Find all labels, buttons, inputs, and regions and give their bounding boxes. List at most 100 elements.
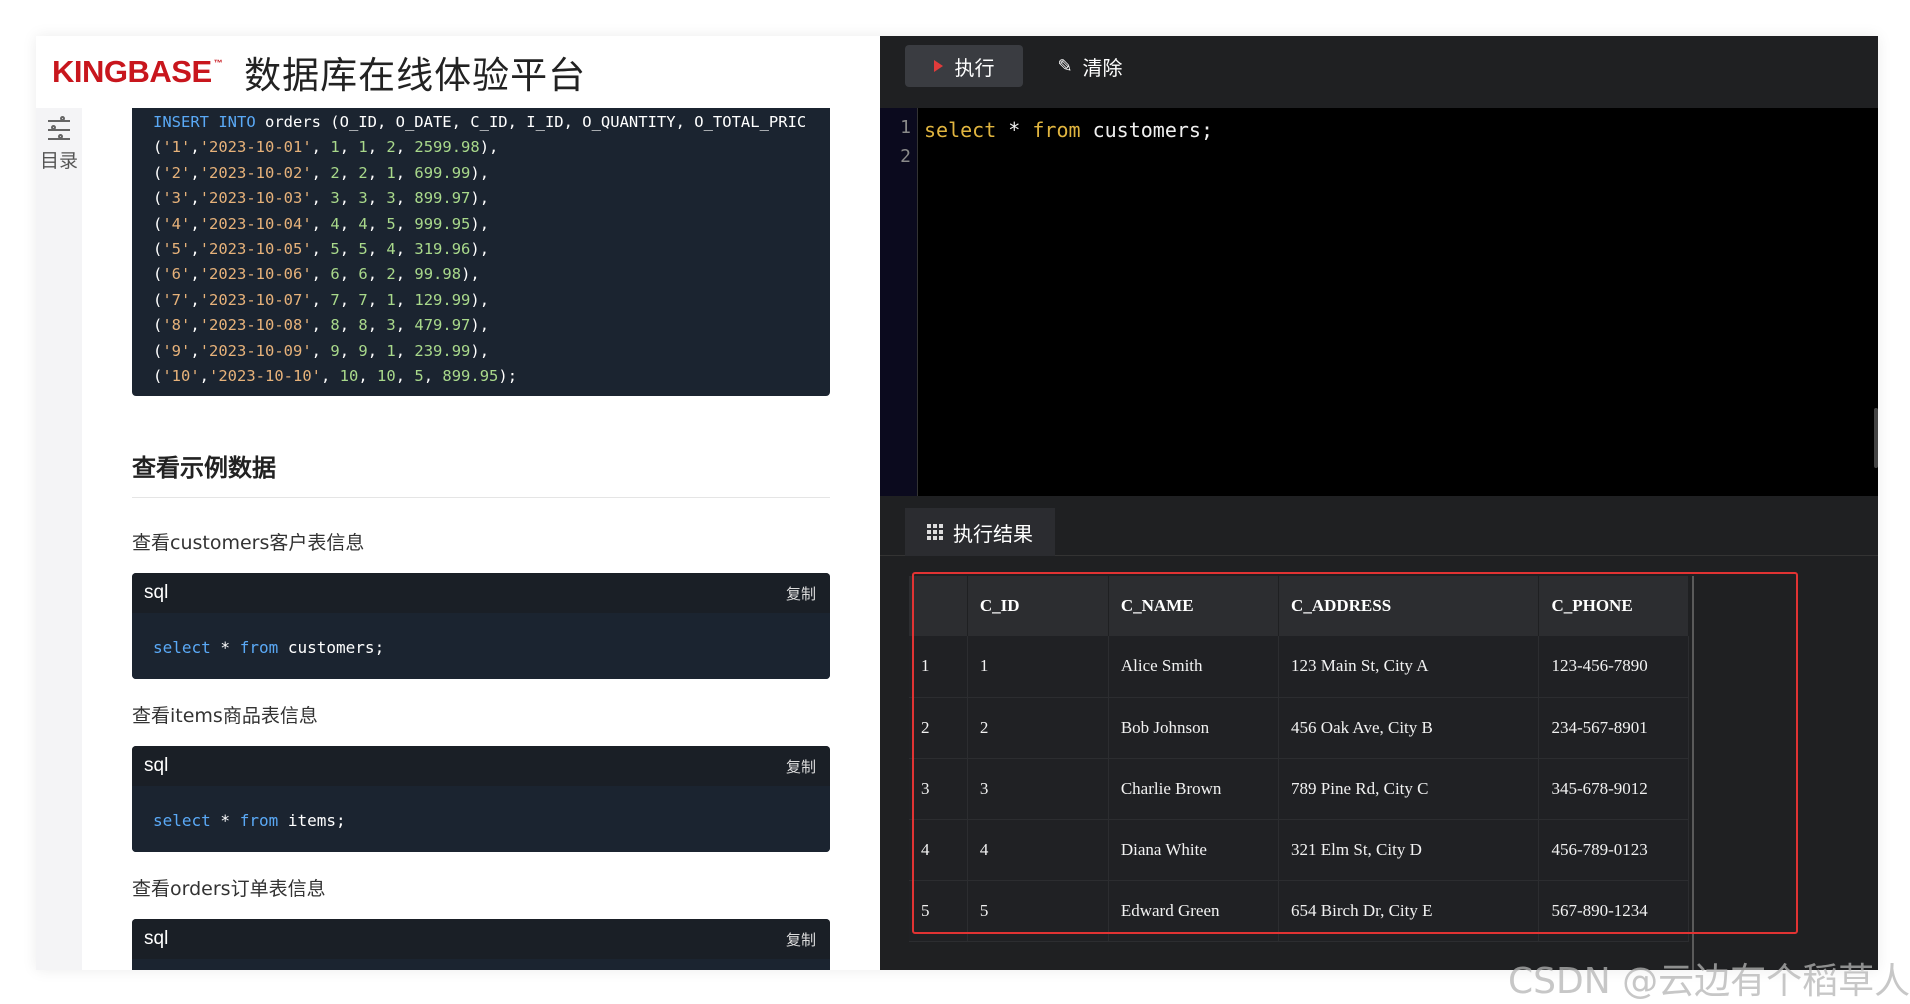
run-button[interactable]: 执行 [905,45,1023,87]
tab-results[interactable]: 执行结果 [905,508,1055,556]
code-token: , [311,214,331,233]
code-token: , [199,367,210,386]
code-keyword: select [153,811,211,830]
code-line: INSERT INTO orders (O_ID, O_DATE, C_ID, … [153,110,830,135]
code-token: 4 [330,214,340,233]
code-token: '2023-10-01' [199,138,312,157]
code-token: ( [153,316,163,335]
code-token: , [367,265,387,284]
code-token: '1' [162,138,191,157]
code-token: 6 [358,265,368,284]
docs-pane: KINGBASE ™ 数据库在线体验平台 目录 INSERT INTO order… [36,36,880,970]
code-token: , [395,367,415,386]
code-token: ), [479,138,499,157]
code-token: 7 [358,290,368,309]
code-text: customers; [1080,118,1213,142]
code-token: '2023-10-03' [199,189,312,208]
table-cell: 4 [909,819,968,880]
code-token: '2023-10-10' [209,367,321,386]
code-token: 99.98 [414,265,462,284]
code-block-header: sql 复制 [132,573,830,613]
code-token: 5 [330,240,340,259]
kingbase-logo[interactable]: KINGBASE ™ [52,54,223,90]
code-line: ('8','2023-10-08', 8, 8, 3, 479.97), [153,313,830,338]
code-token: 10 [377,367,396,386]
code-token: ( [153,341,163,360]
line-number: 1 [900,117,911,138]
code-token: , [358,367,378,386]
code-token: , [339,265,359,284]
code-token: , [311,240,331,259]
table-row[interactable]: 3 3 Charlie Brown 789 Pine Rd, City C 345-67… [909,758,1689,819]
code-token: , [367,189,387,208]
code-language-label: sql [144,928,169,949]
code-token: ), [461,265,480,284]
code-token: 2 [330,163,340,182]
code-token: ( [153,367,163,386]
column-header[interactable]: C_ADDRESS [1278,576,1540,636]
code-line: select * from items; [153,808,830,833]
code-token: 4 [386,240,396,259]
code-keyword: from [1032,118,1081,142]
code-token: ), [470,214,490,233]
table-cell: Edward Green [1108,880,1280,941]
sql-code-block: sql 复制 select * from items; [132,746,830,852]
code-token: '8' [162,316,191,335]
table-row[interactable]: 4 4 Diana White 321 Elm St, City D 456-789-0… [909,819,1689,880]
code-block-header: sql 复制 [132,746,830,786]
column-header[interactable]: C_ID [967,576,1109,636]
code-token: ), [470,163,490,182]
table-cell: 5 [967,880,1109,941]
code-token: 1 [386,163,396,182]
code-token: 8 [330,316,340,335]
code-text: * [210,638,240,657]
site-title: 数据库在线体验平台 [244,54,587,97]
editor-code-line[interactable]: select * from customers; [924,118,1213,142]
code-token: 1 [358,138,368,157]
code-keyword: select [924,118,997,142]
code-token: 319.96 [414,240,471,259]
column-header[interactable] [909,576,968,636]
table-scrollbar[interactable] [1692,576,1694,970]
sql-editor[interactable]: 1 2 select * from customers; [880,108,1878,496]
code-token: '3' [162,189,191,208]
editor-scrollbar[interactable] [1874,408,1878,468]
code-language-label: sql [144,582,169,603]
code-token: , [311,138,331,157]
toc-button[interactable]: 目录 [36,108,82,178]
code-token: , [311,341,331,360]
line-number-gutter: 1 2 [880,108,918,496]
table-cell: 456 Oak Ave, City B [1278,697,1540,758]
code-token: , [339,341,359,360]
copy-button[interactable]: 复制 [786,583,816,604]
results-table-wrap[interactable]: C_ID C_NAME C_ADDRESS C_PHONE 1 1 Alice Smith… [909,576,1689,970]
table-row[interactable]: 2 2 Bob Johnson 456 Oak Ave, City B 234-567-… [909,697,1689,758]
code-text: * [996,118,1033,142]
code-token: , [190,265,200,284]
code-token: , [395,316,415,335]
code-token: orders (O_ID, O_DATE, C_ID, I_ID, O_QUAN… [255,113,807,131]
code-token: ( [153,265,163,284]
column-header[interactable]: C_PHONE [1538,576,1689,636]
column-header[interactable]: C_NAME [1108,576,1280,636]
table-cell: 3 [909,758,968,819]
code-text: items; [278,811,346,830]
code-token: , [311,290,331,309]
code-token: 3 [386,316,396,335]
console-toolbar: 执行 ✎ 清除 [880,36,1878,108]
code-token: 5 [414,367,424,386]
code-token: , [311,316,331,335]
code-token: ( [153,240,163,259]
table-cell: 345-678-9012 [1538,758,1689,819]
copy-button[interactable]: 复制 [786,756,816,777]
code-token: 699.99 [414,163,471,182]
code-line: select * from customers; [153,635,830,660]
clear-button[interactable]: ✎ 清除 [1040,45,1140,87]
code-token: '2023-10-02' [199,163,312,182]
copy-button[interactable]: 复制 [786,929,816,950]
table-row[interactable]: 1 1 Alice Smith 123 Main St, City A 123-456-… [909,636,1689,697]
code-token: 10 [339,367,359,386]
code-token: ), [470,316,490,335]
table-row[interactable]: 5 5 Edward Green 654 Birch Dr, City E 567-89… [909,880,1689,941]
run-label: 执行 [954,55,995,80]
